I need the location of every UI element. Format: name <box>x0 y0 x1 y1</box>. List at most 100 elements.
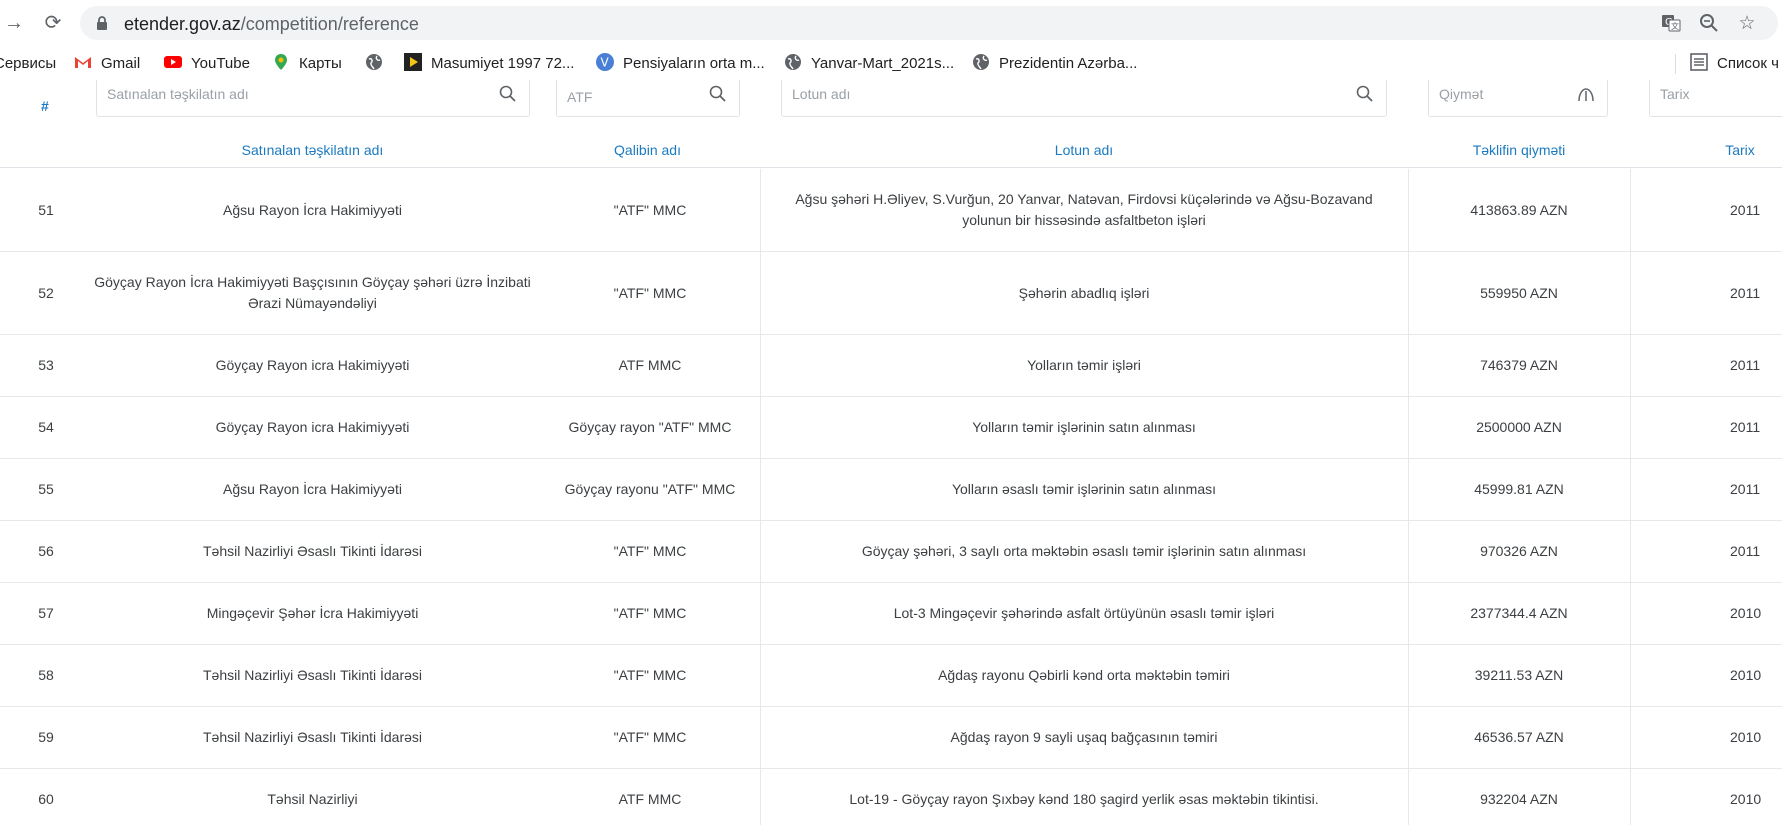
cell-lot: Yolların təmir işlərinin satın alınması <box>972 419 1196 435</box>
bookmark-prezident[interactable]: Prezidentin Azərba... <box>972 52 1137 76</box>
svg-text:文: 文 <box>1671 21 1679 31</box>
header-lot[interactable]: Lotun adı <box>760 142 1408 158</box>
youtube-icon <box>164 56 182 68</box>
cell-template: "ATF" MMC <box>613 284 687 301</box>
column-divider <box>1630 769 1631 825</box>
bookmarks-divider <box>1675 54 1676 74</box>
cell-date: 2011 <box>1730 284 1761 301</box>
column-divider <box>760 397 761 458</box>
zoom-icon[interactable] <box>1698 13 1720 35</box>
cell-num: 55 <box>38 481 54 497</box>
cell-price: 559950 AZN <box>1480 284 1558 301</box>
table-row[interactable]: 56 Təhsil Nazirliyi Əsaslı Tikinti İdarəs… <box>0 521 1782 583</box>
cell-num: 56 <box>38 543 54 559</box>
bookmark-yanvar[interactable]: Yanvar-Mart_2021s... <box>784 52 954 76</box>
cell-num: 57 <box>38 605 54 621</box>
bookmark-reading-list[interactable]: Список ч <box>1690 52 1779 76</box>
cell-date: 2010 <box>1730 729 1762 745</box>
filter-row: # Satınalan təşkilatın adı ATF Lotun adı… <box>0 80 1782 120</box>
range-icon <box>1578 88 1594 102</box>
bookmark-youtube[interactable]: YouTube <box>164 52 250 76</box>
cell-price: 932204 AZN <box>1480 791 1558 807</box>
cell-num: 51 <box>38 201 54 218</box>
svg-text:V: V <box>601 56 610 70</box>
cell-price: 2500000 AZN <box>1476 419 1562 435</box>
column-divider <box>1630 459 1631 520</box>
bookmark-label: Pensiyaların orta m... <box>623 55 765 72</box>
forward-icon[interactable]: → <box>0 9 28 37</box>
star-icon[interactable]: ☆ <box>1736 13 1758 35</box>
table-row[interactable]: 53 Göyçay Rayon icra Hakimiyyəti ATF MMC Yo… <box>0 335 1782 397</box>
column-divider <box>1630 583 1631 644</box>
column-divider <box>1408 397 1409 458</box>
cell-date: 2011 <box>1730 543 1761 559</box>
table-row[interactable]: 59 Təhsil Nazirliyi Əsaslı Tikinti İdarəs… <box>0 707 1782 769</box>
bookmark-label: Сервисы <box>0 55 57 72</box>
template-filter-input[interactable]: ATF <box>556 80 740 117</box>
column-divider <box>1408 707 1409 768</box>
column-divider <box>1630 521 1631 582</box>
cell-price: 970326 AZN <box>1480 543 1558 559</box>
table-row[interactable]: 54 Göyçay Rayon icra Hakimiyyəti Göyçay ra… <box>0 397 1782 459</box>
bookmark-video[interactable]: Masumiyet 1997 72... <box>404 52 574 76</box>
table-row[interactable]: 57 Mingəçevir Şəhər İcra Hakimiyyəti "ATF"… <box>0 583 1782 645</box>
bookmark-label: Prezidentin Azərba... <box>999 55 1138 72</box>
cell-num: 53 <box>38 357 54 373</box>
translate-icon[interactable]: G文 <box>1660 13 1682 35</box>
header-org[interactable]: Satınalan təşkilatın adı <box>0 142 625 158</box>
bookmarks-bar: Сервисы Gmail YouTube Карты Masumiyet 19… <box>0 48 1782 80</box>
gmail-icon <box>75 57 91 68</box>
table-row[interactable]: 51 Ağsu Rayon İcra Hakimiyyəti "ATF" MMC Ağ… <box>0 169 1782 252</box>
bookmark-label: YouTube <box>191 55 250 72</box>
table-row[interactable]: 60 Təhsil Nazirliyi ATF MMC Lot-19 - Göyçay… <box>0 769 1782 825</box>
price-filter-placeholder: Qiymət <box>1439 86 1484 102</box>
column-divider <box>1630 335 1631 396</box>
bookmark-services[interactable]: Сервисы <box>0 52 56 76</box>
price-filter-input[interactable]: Qiymət <box>1428 80 1608 117</box>
bookmark-maps[interactable]: Карты <box>272 52 342 76</box>
table-row[interactable]: 58 Təhsil Nazirliyi Əsaslı Tikinti İdarəs… <box>0 645 1782 707</box>
cell-num: 59 <box>38 729 54 745</box>
cell-num: 58 <box>38 667 54 683</box>
url-path: /competition/reference <box>240 14 419 34</box>
bookmark-globe[interactable] <box>365 52 392 76</box>
cell-org: Göyçay Rayon İcra Hakimiyyəti Başçısının… <box>94 274 531 311</box>
address-bar[interactable]: etender.gov.az/competition/reference G文 … <box>80 6 1778 40</box>
column-divider <box>760 335 761 396</box>
lot-filter-input[interactable]: Lotun adı <box>781 80 1387 117</box>
org-filter-input[interactable]: Satınalan təşkilatın adı <box>96 80 530 117</box>
column-divider <box>1630 252 1631 334</box>
url-text[interactable]: etender.gov.az/competition/reference <box>124 14 419 35</box>
browser-chrome: → ⟳ etender.gov.az/competition/reference… <box>0 0 1782 86</box>
cell-lot: Göyçay şəhəri, 3 saylı orta məktəbin əsa… <box>861 543 1307 559</box>
table-row[interactable]: 55 Ağsu Rayon İcra Hakimiyyəti Göyçay rayo… <box>0 459 1782 521</box>
cell-date: 2011 <box>1730 357 1761 373</box>
cell-price: 46536.57 AZN <box>1474 729 1564 745</box>
cell-lot: Lot-3 Mingəçevir şəhərində asfalt örtüyü… <box>893 605 1275 621</box>
bookmark-label: Masumiyet 1997 72... <box>431 55 575 72</box>
table-row[interactable]: 52 Göyçay Rayon İcra Hakimiyyəti Başçısın… <box>0 252 1782 335</box>
search-icon <box>1356 85 1373 102</box>
header-price[interactable]: Təklifin qiyməti <box>1408 142 1630 158</box>
cell-org: Təhsil Nazirliyi Əsaslı Tikinti İdarəsi <box>202 729 423 745</box>
date-filter-input[interactable]: Tarix <box>1649 80 1782 117</box>
globe-icon <box>785 54 801 70</box>
header-date[interactable]: Tarix <box>1660 142 1782 158</box>
cell-date: 2010 <box>1730 605 1762 621</box>
lot-filter-placeholder: Lotun adı <box>792 86 851 102</box>
bookmark-pension[interactable]: V Pensiyaların orta m... <box>596 52 765 76</box>
org-filter-placeholder: Satınalan təşkilatın adı <box>107 86 249 102</box>
cell-template: "ATF" MMC <box>613 667 687 683</box>
column-divider <box>1630 397 1631 458</box>
cell-org: Təhsil Nazirliyi Əsaslı Tikinti İdarəsi <box>202 543 423 559</box>
column-divider <box>760 169 761 251</box>
cell-template: "ATF" MMC <box>613 543 687 559</box>
reload-icon[interactable]: ⟳ <box>39 9 67 37</box>
header-template[interactable]: Qalibin adı <box>540 142 755 158</box>
maps-icon <box>275 54 287 70</box>
bookmark-label: Yanvar-Mart_2021s... <box>811 55 955 72</box>
date-filter-placeholder: Tarix <box>1660 86 1690 102</box>
cell-template: "ATF" MMC <box>613 729 687 745</box>
cell-price: 45999.81 AZN <box>1474 481 1564 497</box>
bookmark-gmail[interactable]: Gmail <box>74 52 140 76</box>
